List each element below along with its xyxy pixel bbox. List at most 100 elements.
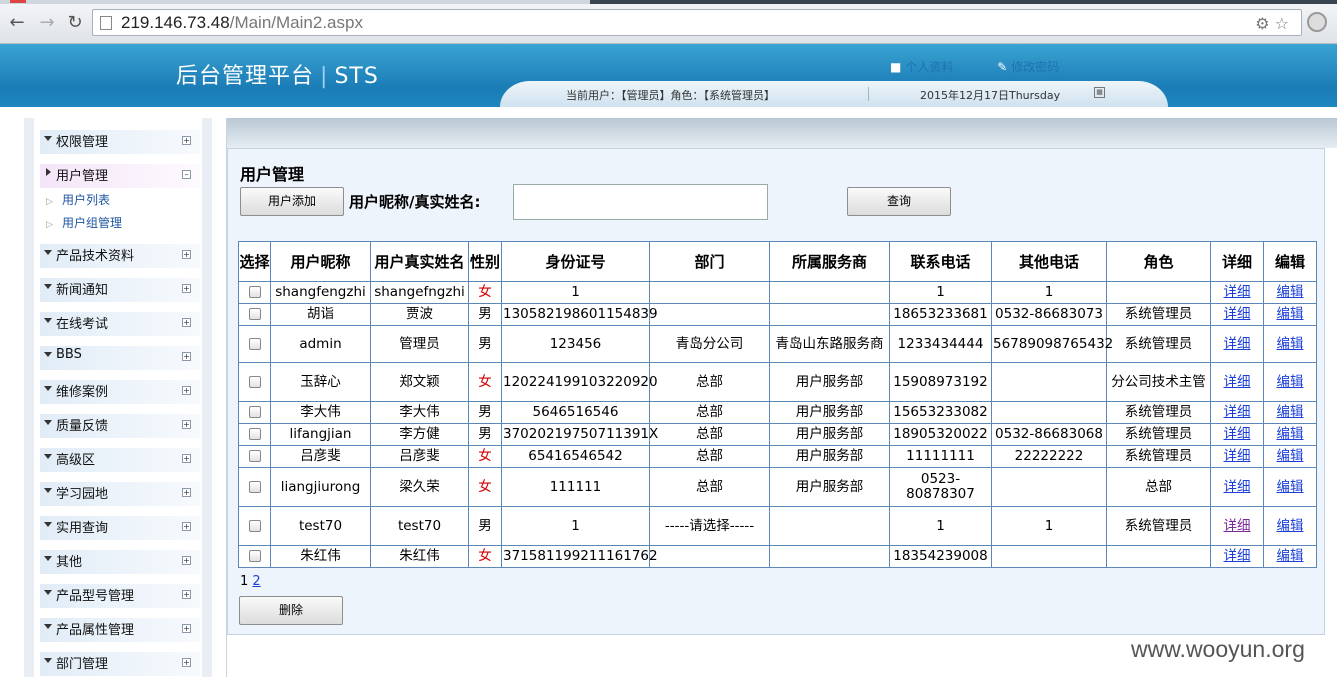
expand-icon[interactable]: + [182, 352, 191, 361]
expand-icon[interactable]: + [182, 556, 191, 565]
detail-link[interactable]: 详细 [1224, 374, 1251, 390]
detail-link[interactable]: 详细 [1224, 284, 1251, 300]
sidebar-item-departments[interactable]: 部门管理 + [34, 646, 202, 676]
edit-link[interactable]: 编辑 [1277, 336, 1304, 352]
cell-real-name: 朱红伟 [370, 545, 469, 568]
chevron-down-icon [44, 136, 52, 141]
browser-menu-icon[interactable] [1307, 12, 1327, 32]
row-checkbox[interactable] [248, 406, 261, 418]
row-checkbox[interactable] [248, 337, 261, 350]
detail-link[interactable]: 详细 [1224, 518, 1251, 534]
sidebar-item-product-attrs[interactable]: 产品属性管理 + [34, 612, 202, 642]
edit-link[interactable]: 编辑 [1277, 448, 1304, 464]
sidebar-item-permissions[interactable]: 权限管理 + [34, 124, 202, 154]
sidebar-item-repair-cases[interactable]: 维修案例 + [34, 374, 202, 404]
collapse-icon[interactable]: – [182, 170, 191, 179]
cell-real-name: 郑文颖 [370, 362, 469, 402]
cell-id-number: 1 [501, 281, 650, 304]
expand-icon[interactable]: + [182, 250, 191, 259]
detail-link[interactable]: 详细 [1224, 548, 1251, 564]
sidebar-item-label: 新闻通知 [56, 283, 109, 298]
edit-link[interactable]: 编辑 [1277, 518, 1304, 534]
row-checkbox[interactable] [248, 519, 261, 532]
cell-provider [769, 281, 890, 304]
page-link[interactable]: 2 [252, 574, 260, 589]
expand-icon[interactable]: + [182, 590, 191, 599]
detail-link[interactable]: 详细 [1224, 306, 1251, 322]
sidebar-item-product-models[interactable]: 产品型号管理 + [34, 578, 202, 608]
row-checkbox[interactable] [248, 308, 261, 320]
forward-arrow-icon[interactable]: → [36, 12, 58, 34]
edit-link[interactable]: 编辑 [1277, 374, 1304, 390]
row-checkbox[interactable] [248, 428, 261, 440]
sidebar-item-news[interactable]: 新闻通知 + [34, 272, 202, 302]
cell-role: 系统管理员 [1106, 506, 1211, 546]
main-content: 用户管理 用户添加 用户昵称/真实姓名: 查询 选择 用户昵称 用户真实姓名 性… [226, 118, 1337, 677]
row-checkbox[interactable] [248, 450, 261, 462]
sidebar-item-learning[interactable]: 学习园地 + [34, 476, 202, 506]
edit-link[interactable]: 编辑 [1277, 306, 1304, 322]
expand-icon[interactable]: + [182, 284, 191, 293]
cell-id-number: 1 [501, 506, 650, 546]
expand-icon[interactable]: + [182, 488, 191, 497]
row-checkbox[interactable] [248, 375, 261, 388]
sidebar-item-users[interactable]: 用户管理 – [34, 158, 202, 188]
expand-icon[interactable]: + [182, 454, 191, 463]
cell-edit: 编辑 [1263, 506, 1317, 546]
sidebar-item-product-tech[interactable]: 产品技术资料 + [34, 238, 202, 268]
personal-info-link[interactable]: ■ 个人资料 [890, 60, 973, 74]
status-bar: 当前用户：【管理员】角色：【系统管理员】 2015年12月17日Thursday… [500, 81, 1168, 107]
search-input[interactable] [513, 184, 768, 220]
table-row: test70 test70 男 1 -----请选择----- 1 1 系统管理员 详细 编辑 [238, 506, 1317, 546]
expand-icon[interactable]: + [182, 420, 191, 429]
row-checkbox[interactable] [248, 550, 261, 562]
edit-link[interactable]: 编辑 [1277, 479, 1304, 495]
detail-link[interactable]: 详细 [1224, 404, 1251, 420]
sidebar-subitem-user-groups[interactable]: ▷ 用户组管理 [46, 214, 122, 231]
sidebar-item-exam[interactable]: 在线考试 + [34, 306, 202, 336]
edit-link[interactable]: 编辑 [1277, 548, 1304, 564]
row-checkbox[interactable] [248, 480, 261, 493]
cell-provider: 青岛山东路服务商 [769, 325, 890, 363]
cell-detail: 详细 [1210, 545, 1264, 568]
cell-gender: 男 [468, 325, 502, 363]
sidebar-item-advanced[interactable]: 高级区 + [34, 442, 202, 472]
expand-icon[interactable]: + [182, 136, 191, 145]
bookmark-star-icon[interactable]: ⚙ ☆ [1255, 14, 1289, 33]
delete-button[interactable]: 删除 [239, 596, 343, 625]
table-row: admin 管理员男 123456 青岛分公司 青岛山东路服务商 1233434444 56… [238, 325, 1317, 363]
cell-select [238, 545, 271, 568]
sidebar-item-other[interactable]: 其他 + [34, 544, 202, 574]
expand-icon[interactable]: + [182, 624, 191, 633]
expand-icon[interactable]: + [182, 318, 191, 327]
cell-other-phone [991, 401, 1107, 424]
sidebar-item-lookup[interactable]: 实用查询 + [34, 510, 202, 540]
cell-id-number: 120224199103220920 [501, 362, 658, 402]
sidebar-subitem-user-list[interactable]: ▷ 用户列表 [46, 191, 110, 208]
back-arrow-icon[interactable]: ← [6, 12, 28, 34]
change-password-link[interactable]: ✎ 修改密码 [997, 60, 1079, 74]
add-user-button[interactable]: 用户添加 [240, 187, 344, 216]
cell-phone: 18354239008 [889, 545, 992, 568]
col-header-edit: 编辑 [1263, 241, 1317, 282]
expand-icon[interactable]: + [182, 658, 191, 667]
sidebar-item-quality[interactable]: 质量反馈 + [34, 408, 202, 438]
detail-link[interactable]: 详细 [1224, 426, 1251, 442]
expand-icon[interactable]: + [182, 386, 191, 395]
calendar-icon[interactable]: ▦ [1094, 87, 1105, 98]
address-bar[interactable]: 219.146.73.48/Main/Main2.aspx ⚙ ☆ [92, 9, 1302, 36]
detail-link[interactable]: 详细 [1224, 479, 1251, 495]
cell-provider [769, 545, 890, 568]
reload-icon[interactable]: ↻ [64, 12, 86, 34]
edit-link[interactable]: 编辑 [1277, 404, 1304, 420]
edit-link[interactable]: 编辑 [1277, 426, 1304, 442]
sidebar-item-bbs[interactable]: BBS + [34, 340, 202, 370]
query-button[interactable]: 查询 [847, 187, 951, 216]
cell-role: 分公司技术主管 [1106, 362, 1211, 402]
edit-link[interactable]: 编辑 [1277, 284, 1304, 300]
expand-icon[interactable]: + [182, 522, 191, 531]
detail-link[interactable]: 详细 [1224, 448, 1251, 464]
row-checkbox[interactable] [248, 286, 261, 298]
detail-link[interactable]: 详细 [1224, 336, 1251, 352]
table-row: 朱红伟 朱红伟女 371581199211161762 18354239008 详细 编辑 [238, 545, 1317, 568]
